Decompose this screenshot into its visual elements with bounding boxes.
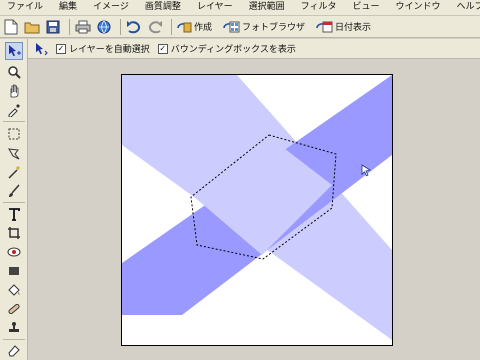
type-tool[interactable]	[5, 205, 23, 223]
magnifier-icon	[8, 66, 21, 79]
redo-button[interactable]	[146, 18, 164, 36]
canvas-artwork	[122, 75, 392, 345]
stamp-tool[interactable]	[5, 319, 23, 337]
photo-browser-label: フォトブラウザ	[242, 23, 306, 33]
zoom-tool[interactable]	[5, 63, 23, 81]
menu-help[interactable]: ヘルプ	[449, 0, 480, 15]
menu-view[interactable]: ビュー	[345, 0, 388, 15]
paint-bucket-tool[interactable]	[5, 281, 23, 299]
hand-tool[interactable]	[5, 82, 23, 100]
new-file-button[interactable]	[2, 18, 20, 36]
crop-icon	[8, 227, 20, 239]
marquee-tool[interactable]	[5, 125, 23, 143]
main-toolbar: 作成 フォトブラウザ 日付表示	[0, 16, 480, 38]
redo-icon	[148, 20, 162, 33]
toolbar-separator	[171, 18, 172, 35]
menu-image[interactable]: イメージ	[86, 0, 138, 15]
menu-enhance[interactable]: 画質調整	[138, 0, 190, 15]
shape-icon	[9, 267, 19, 275]
move-tool[interactable]	[5, 42, 23, 60]
menu-layer[interactable]: レイヤー	[190, 0, 242, 15]
open-folder-icon	[24, 22, 40, 33]
menu-window[interactable]: ウインドウ	[388, 0, 449, 15]
menu-file[interactable]: ファイル	[0, 0, 52, 15]
print-button[interactable]	[74, 18, 92, 36]
menu-select[interactable]: 選択範囲	[242, 0, 294, 15]
photo-browser-icon	[223, 21, 240, 32]
menu-filter[interactable]: フィルタ	[294, 0, 346, 15]
brush-icon	[9, 184, 20, 197]
tool-options-bar: ✓ レイヤーを自動選択 ✓ バウンディングボックスを表示	[28, 39, 480, 59]
new-file-icon	[4, 19, 18, 34]
shape-tool[interactable]	[5, 262, 23, 280]
lasso-tool[interactable]	[5, 144, 23, 162]
toolbox-separator	[3, 202, 25, 203]
auto-select-layer-option[interactable]: ✓ レイヤーを自動選択	[56, 42, 150, 55]
toolbox-separator	[3, 121, 25, 122]
eraser-tool[interactable]	[5, 341, 23, 359]
open-file-button[interactable]	[23, 18, 41, 36]
date-view-label: 日付表示	[335, 23, 372, 33]
undo-icon	[127, 20, 141, 33]
stamp-icon	[9, 322, 19, 332]
date-view-button[interactable]: 日付表示	[315, 20, 371, 34]
move-icon	[9, 45, 21, 57]
undo-button[interactable]	[125, 18, 143, 36]
photo-browser-button[interactable]: フォトブラウザ	[222, 20, 305, 34]
hand-icon	[10, 84, 19, 98]
red-eye-tool[interactable]	[5, 243, 23, 261]
menu-bar: ファイル 編集 イメージ 画質調整 レイヤー 選択範囲 フィルタ ビュー ウイン…	[0, 0, 480, 16]
eyedropper-icon	[8, 104, 20, 117]
bounding-box-checkbox[interactable]: ✓	[157, 43, 168, 54]
magic-wand-icon	[8, 166, 20, 179]
create-button[interactable]: 作成	[176, 20, 212, 34]
lasso-icon	[8, 148, 20, 160]
paint-bucket-icon	[8, 284, 20, 296]
magic-wand-tool[interactable]	[5, 163, 23, 181]
crop-tool[interactable]	[5, 224, 23, 242]
create-button-label: 作成	[194, 23, 213, 33]
red-eye-icon	[7, 247, 21, 257]
save-button[interactable]	[44, 18, 62, 36]
image-canvas[interactable]	[121, 74, 393, 346]
toolbox	[0, 39, 28, 360]
bounding-box-label: バウンディングボックスを表示	[170, 45, 296, 55]
online-service-button[interactable]	[95, 18, 113, 36]
create-icon	[177, 22, 192, 32]
eyedropper-tool[interactable]	[5, 101, 23, 119]
healing-tool[interactable]	[5, 300, 23, 318]
marquee-icon	[8, 128, 20, 140]
move-tool-preset-icon[interactable]	[34, 42, 48, 56]
toolbar-separator	[120, 18, 121, 35]
toolbar-separator	[69, 18, 70, 35]
printer-icon	[75, 20, 91, 33]
auto-select-layer-label: レイヤーを自動選択	[69, 45, 150, 55]
bounding-box-option[interactable]: ✓ バウンディングボックスを表示	[157, 42, 296, 55]
toolbox-separator	[3, 339, 25, 340]
eraser-icon	[8, 345, 20, 357]
brush-tool[interactable]	[5, 182, 23, 200]
globe-icon	[97, 20, 111, 33]
healing-icon	[8, 303, 20, 315]
calendar-icon	[316, 21, 333, 32]
save-icon	[46, 20, 60, 33]
auto-select-layer-checkbox[interactable]: ✓	[56, 43, 66, 54]
menu-edit[interactable]: 編集	[52, 0, 86, 15]
type-icon	[9, 208, 20, 221]
